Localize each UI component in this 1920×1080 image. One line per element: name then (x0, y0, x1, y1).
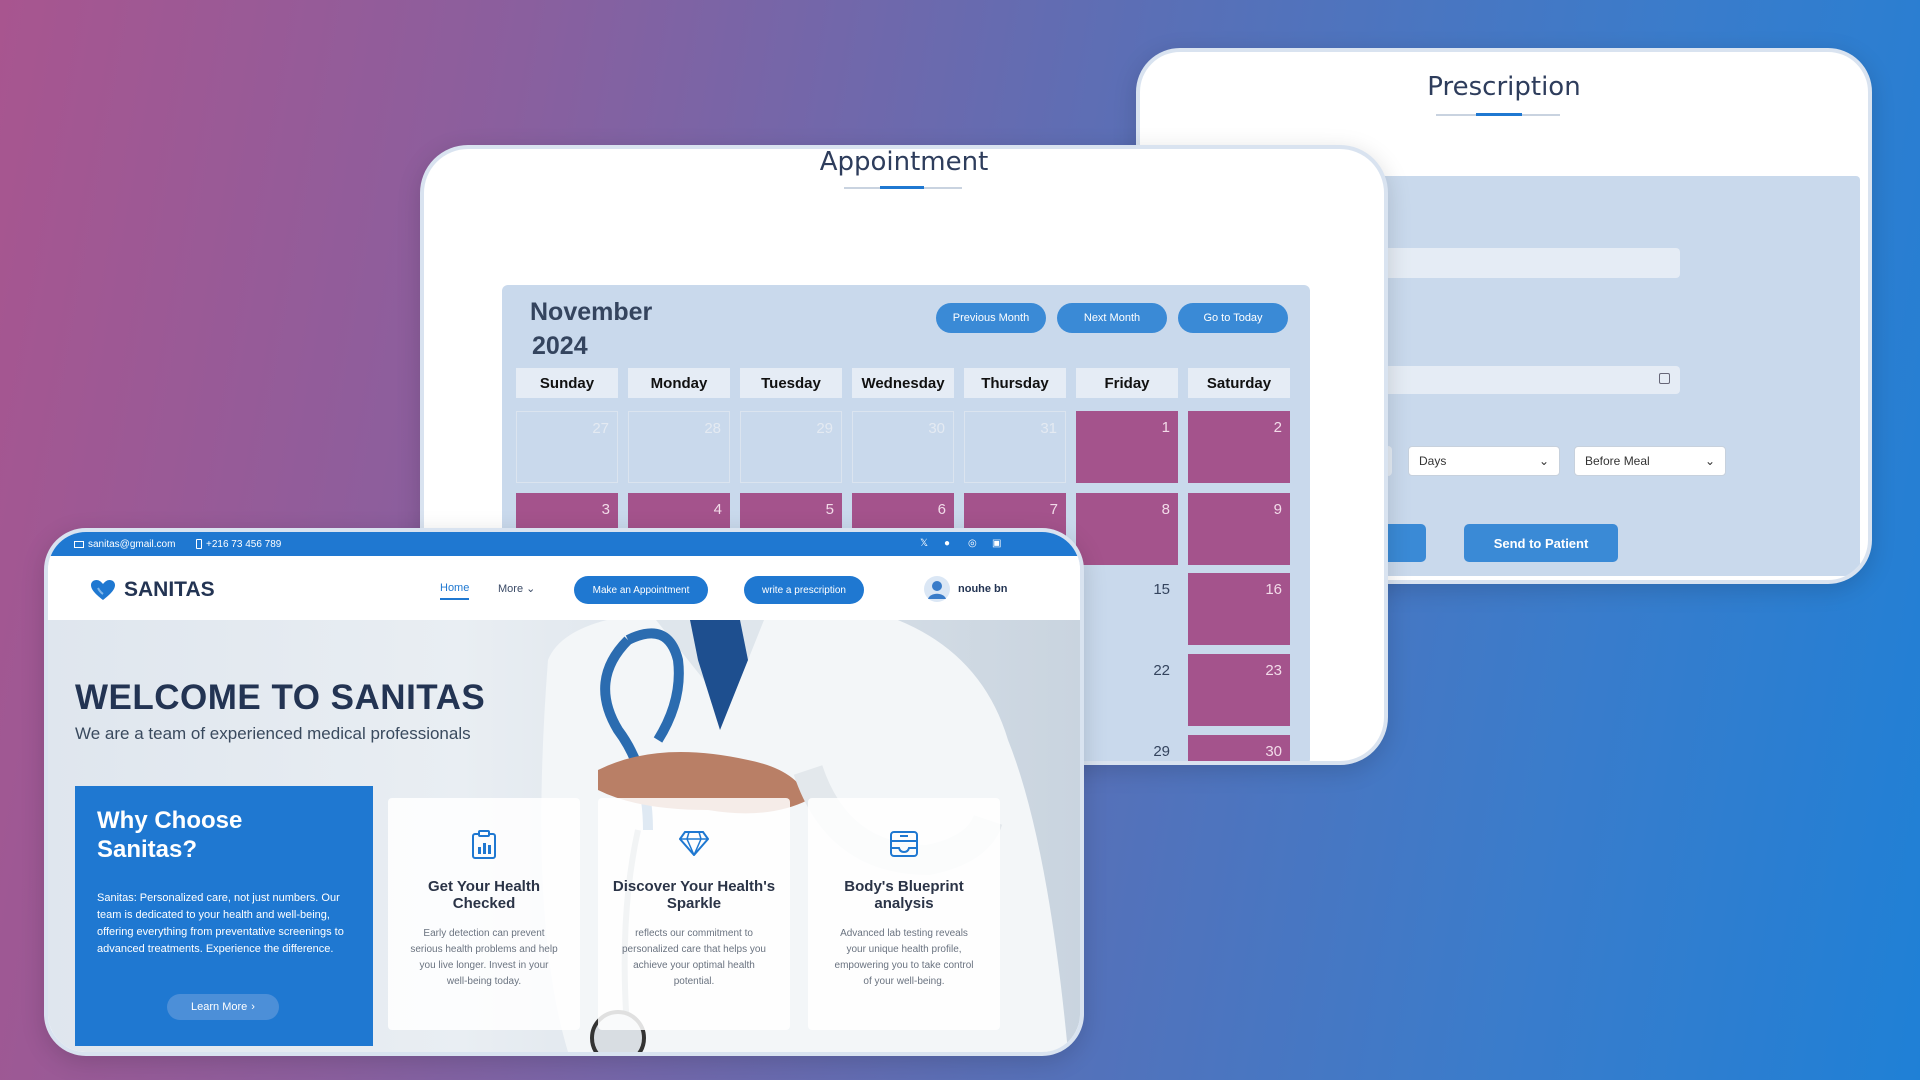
contact-topbar: sanitas@gmail.com +216 73 456 789 𝕏 ● ◎ … (48, 532, 1080, 556)
brand-name: SANITAS (124, 578, 215, 601)
calendar-day[interactable]: 29 (1076, 735, 1178, 761)
weekday-header: Monday (628, 368, 730, 398)
user-name: nouhe bn (958, 583, 1008, 595)
meal-select[interactable]: Before Meal ⌄ (1574, 446, 1726, 476)
phone-text: +216 73 456 789 (206, 538, 282, 550)
x-twitter-icon[interactable]: 𝕏 (920, 538, 928, 549)
nav-more-dropdown[interactable]: More ⌄ (498, 582, 535, 595)
prescription-title: Prescription (1427, 72, 1581, 102)
brand-logo[interactable]: SANITAS (90, 578, 215, 602)
hero-section: WELCOME TO SANITAS We are a team of expe… (48, 620, 1080, 1052)
month-name: November (530, 298, 653, 326)
feature-card: Body's Blueprint analysis Advanced lab t… (808, 798, 1000, 1030)
calendar-month-label: November 2024 (530, 295, 690, 363)
weekday-header: Saturday (1188, 368, 1290, 398)
facebook-icon[interactable]: ● (944, 538, 950, 549)
nav-home-link[interactable]: Home (440, 582, 470, 600)
why-choose-text: Sanitas: Personalized care, not just num… (97, 892, 344, 955)
chevron-down-icon: ⌄ (526, 583, 536, 595)
calendar-day-outside-month: 30 (852, 411, 954, 483)
topbar-email[interactable]: sanitas@gmail.com (74, 539, 175, 550)
calendar-day[interactable]: 16 (1188, 573, 1290, 645)
sanitas-home-window: sanitas@gmail.com +216 73 456 789 𝕏 ● ◎ … (44, 528, 1084, 1056)
topbar-phone[interactable]: +216 73 456 789 (196, 539, 281, 550)
weekday-header: Thursday (964, 368, 1066, 398)
send-to-patient-button[interactable]: Send to Patient (1464, 524, 1618, 562)
feature-card: Get Your Health Checked Early detection … (388, 798, 580, 1030)
prescription-form: Days ⌄ Before Meal ⌄ nerate Send to Pati… (1340, 176, 1860, 576)
calendar-day[interactable]: 2 (1188, 411, 1290, 483)
feature-text: Advanced lab testing reveals your unique… (834, 928, 974, 987)
inbox-tray-icon (808, 830, 1000, 858)
avatar (924, 576, 950, 602)
calendar-day-outside-month: 31 (964, 411, 1066, 483)
learn-more-button[interactable]: Learn More › (167, 994, 279, 1020)
calendar-day[interactable]: 1 (1076, 411, 1178, 483)
feature-title: Discover Your Health's Sparkle (612, 878, 776, 912)
email-text: sanitas@gmail.com (88, 538, 176, 550)
mail-icon (74, 540, 84, 548)
feature-title: Body's Blueprint analysis (844, 878, 964, 912)
instagram-icon[interactable]: ◎ (968, 538, 977, 549)
chevron-down-icon: ⌄ (1704, 454, 1715, 468)
chevron-right-icon: › (251, 1001, 255, 1013)
calendar-day-outside-month: 27 (516, 411, 618, 483)
linkedin-icon[interactable]: ▣ (992, 538, 1001, 549)
calendar-day[interactable]: 15 (1076, 573, 1178, 645)
feature-text: Early detection can prevent serious heal… (410, 928, 558, 987)
feature-text: reflects our commitment to personalized … (622, 928, 766, 987)
make-appointment-button[interactable]: Make an Appointment (574, 576, 708, 604)
calendar-day[interactable]: 30 (1188, 735, 1290, 761)
meal-select-value: Before Meal (1585, 454, 1650, 468)
main-navbar: SANITAS Home More ⌄ Make an Appointment … (48, 556, 1080, 620)
learn-more-label: Learn More (191, 1001, 248, 1013)
heart-icon (91, 580, 115, 600)
hero-title: WELCOME TO SANITAS (75, 678, 486, 717)
calendar-day-outside-month: 28 (628, 411, 730, 483)
year-label: 2024 (532, 332, 588, 360)
title-underline (1436, 113, 1560, 116)
why-choose-panel: Why Choose Sanitas? Sanitas: Personalize… (75, 786, 373, 1046)
clipboard-chart-icon (388, 830, 580, 860)
why-choose-title: Why Choose Sanitas? (97, 807, 243, 863)
previous-month-button[interactable]: Previous Month (936, 303, 1046, 333)
nav-more-label: More (498, 583, 524, 595)
diamond-icon (598, 830, 790, 856)
phone-icon (196, 539, 202, 549)
prescription-date-field[interactable] (1340, 366, 1680, 394)
user-menu[interactable]: nouhe bn (924, 576, 1008, 602)
appointment-title: Appointment (819, 147, 989, 177)
feature-title: Get Your Health Checked (428, 878, 540, 912)
days-select-value: Days (1419, 454, 1447, 468)
title-underline (844, 186, 962, 189)
hero-subtitle: We are a team of experienced medical pro… (75, 724, 471, 743)
weekday-header: Friday (1076, 368, 1178, 398)
weekday-header: Tuesday (740, 368, 842, 398)
calendar-icon[interactable] (1659, 373, 1670, 384)
feature-card: Discover Your Health's Sparkle reflects … (598, 798, 790, 1030)
weekday-header: Sunday (516, 368, 618, 398)
days-select[interactable]: Days ⌄ (1408, 446, 1560, 476)
calendar-day[interactable]: 23 (1188, 654, 1290, 726)
write-prescription-button[interactable]: write a prescription (744, 576, 864, 604)
calendar-day[interactable]: 22 (1076, 654, 1178, 726)
next-month-button[interactable]: Next Month (1057, 303, 1167, 333)
calendar-day[interactable]: 9 (1188, 493, 1290, 565)
go-to-today-button[interactable]: Go to Today (1178, 303, 1288, 333)
chevron-down-icon: ⌄ (1538, 454, 1549, 468)
prescription-text-field[interactable] (1340, 248, 1680, 278)
weekday-header: Wednesday (852, 368, 954, 398)
calendar-day[interactable]: 8 (1076, 493, 1178, 565)
calendar-day-outside-month: 29 (740, 411, 842, 483)
